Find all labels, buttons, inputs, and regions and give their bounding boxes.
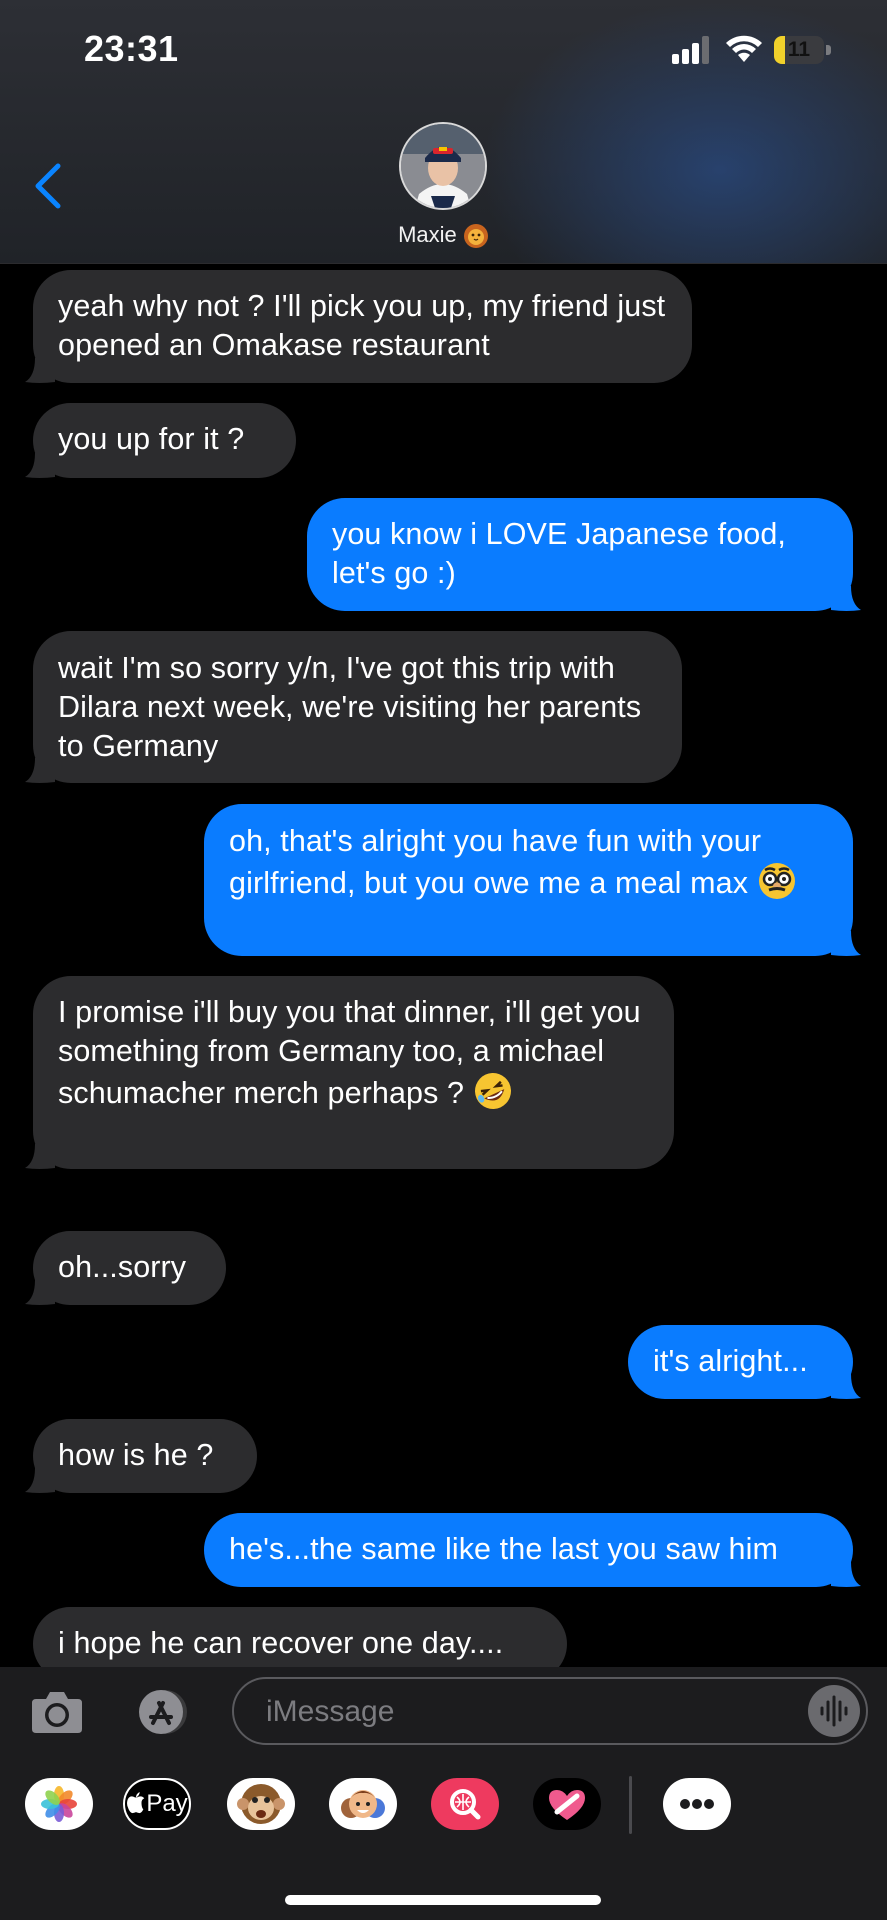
- message-received[interactable]: how is he ?: [25, 1419, 257, 1493]
- camera-icon[interactable]: [30, 1689, 84, 1735]
- bubble-tail: [831, 1374, 861, 1399]
- message-text: I promise i'll buy you that dinner, i'll…: [58, 995, 641, 1110]
- apple-logo-icon: [127, 1792, 145, 1814]
- contact-avatar[interactable]: [399, 122, 487, 210]
- more-apps-icon: [680, 1799, 714, 1809]
- avatar-image: [401, 124, 485, 208]
- message-text: yeah why not ? I'll pick you up, my frie…: [58, 289, 666, 362]
- message-received[interactable]: yeah why not ? I'll pick you up, my frie…: [25, 270, 692, 383]
- message-text: oh, that's alright you have fun with you…: [229, 824, 762, 900]
- audio-message-button[interactable]: [808, 1685, 860, 1737]
- apple-pay-app-icon[interactable]: Pay: [123, 1778, 191, 1830]
- digital-touch-icon: [549, 1790, 585, 1820]
- battery-nub: [826, 45, 831, 55]
- image-search-icon: [450, 1789, 481, 1820]
- message-received[interactable]: you up for it ?: [25, 403, 296, 478]
- wifi-icon: [726, 35, 762, 62]
- message-composer: [0, 1667, 887, 1759]
- bubble-tail: [25, 453, 55, 478]
- app-strip-divider: [629, 1776, 632, 1834]
- message-text: you up for it ?: [58, 422, 245, 456]
- bubble-tail: [25, 1468, 55, 1493]
- bubble-tail: [25, 758, 55, 783]
- waveform-icon: [820, 1695, 848, 1727]
- message-sent[interactable]: you know i LOVE Japanese food, let's go …: [307, 498, 861, 611]
- cellular-signal-icon: [672, 36, 709, 64]
- more-apps-button[interactable]: [663, 1778, 731, 1830]
- memoji-app-icon[interactable]: [329, 1778, 397, 1830]
- contact-name: Maxie: [398, 222, 457, 247]
- message-text: i hope he can recover one day....: [58, 1626, 504, 1660]
- bubble-tail: [25, 1144, 55, 1169]
- monkey-memoji-icon: [237, 1784, 285, 1824]
- message-received[interactable]: oh...sorry: [25, 1231, 226, 1305]
- bubble-tail: [831, 1562, 861, 1587]
- message-text: how is he ?: [58, 1438, 214, 1472]
- message-received[interactable]: I promise i'll buy you that dinner, i'll…: [25, 976, 674, 1169]
- imessage-app-strip: Pay: [0, 1759, 887, 1920]
- conversation-header: 23:31 11 Maxie: [0, 0, 887, 264]
- battery-icon: 11: [774, 36, 824, 64]
- battery-percentage: 11: [787, 38, 811, 61]
- apple-pay-label: Pay: [146, 1790, 188, 1817]
- memoji-icon: [341, 1790, 385, 1818]
- bubble-tail: [25, 358, 55, 383]
- photos-app-icon[interactable]: [25, 1778, 93, 1830]
- message-text: oh...sorry: [58, 1250, 187, 1284]
- status-time: 23:31: [84, 28, 179, 69]
- bubble-tail: [831, 931, 861, 956]
- rolling-on-floor-laughing-emoji-icon: [474, 1073, 511, 1109]
- message-input[interactable]: [264, 1679, 788, 1745]
- home-indicator[interactable]: [285, 1895, 601, 1905]
- message-text: wait I'm so sorry y/n, I've got this tri…: [58, 651, 642, 763]
- message-received[interactable]: wait I'm so sorry y/n, I've got this tri…: [25, 631, 682, 783]
- bubble-tail: [831, 586, 861, 611]
- message-text: he's...the same like the last you saw hi…: [229, 1532, 779, 1566]
- message-sent[interactable]: it's alright...: [628, 1325, 861, 1399]
- message-text: it's alright...: [653, 1344, 808, 1378]
- photos-icon: [41, 1786, 77, 1822]
- image-search-app-icon[interactable]: [431, 1778, 499, 1830]
- disguised-face-emoji-icon: [758, 863, 795, 899]
- bubble-tail: [25, 1280, 55, 1305]
- lion-emoji-icon: [463, 224, 488, 249]
- monkey-memoji-app-icon[interactable]: [227, 1778, 295, 1830]
- back-chevron-icon[interactable]: [30, 160, 66, 212]
- digital-touch-app-icon[interactable]: [533, 1778, 601, 1830]
- message-sent[interactable]: he's...the same like the last you saw hi…: [204, 1513, 861, 1587]
- message-input-field[interactable]: [232, 1677, 868, 1745]
- app-store-icon[interactable]: [130, 1689, 198, 1735]
- message-text: you know i LOVE Japanese food, let's go …: [332, 517, 787, 590]
- contact-name-row[interactable]: Maxie: [0, 222, 887, 249]
- message-sent[interactable]: oh, that's alright you have fun with you…: [204, 804, 861, 956]
